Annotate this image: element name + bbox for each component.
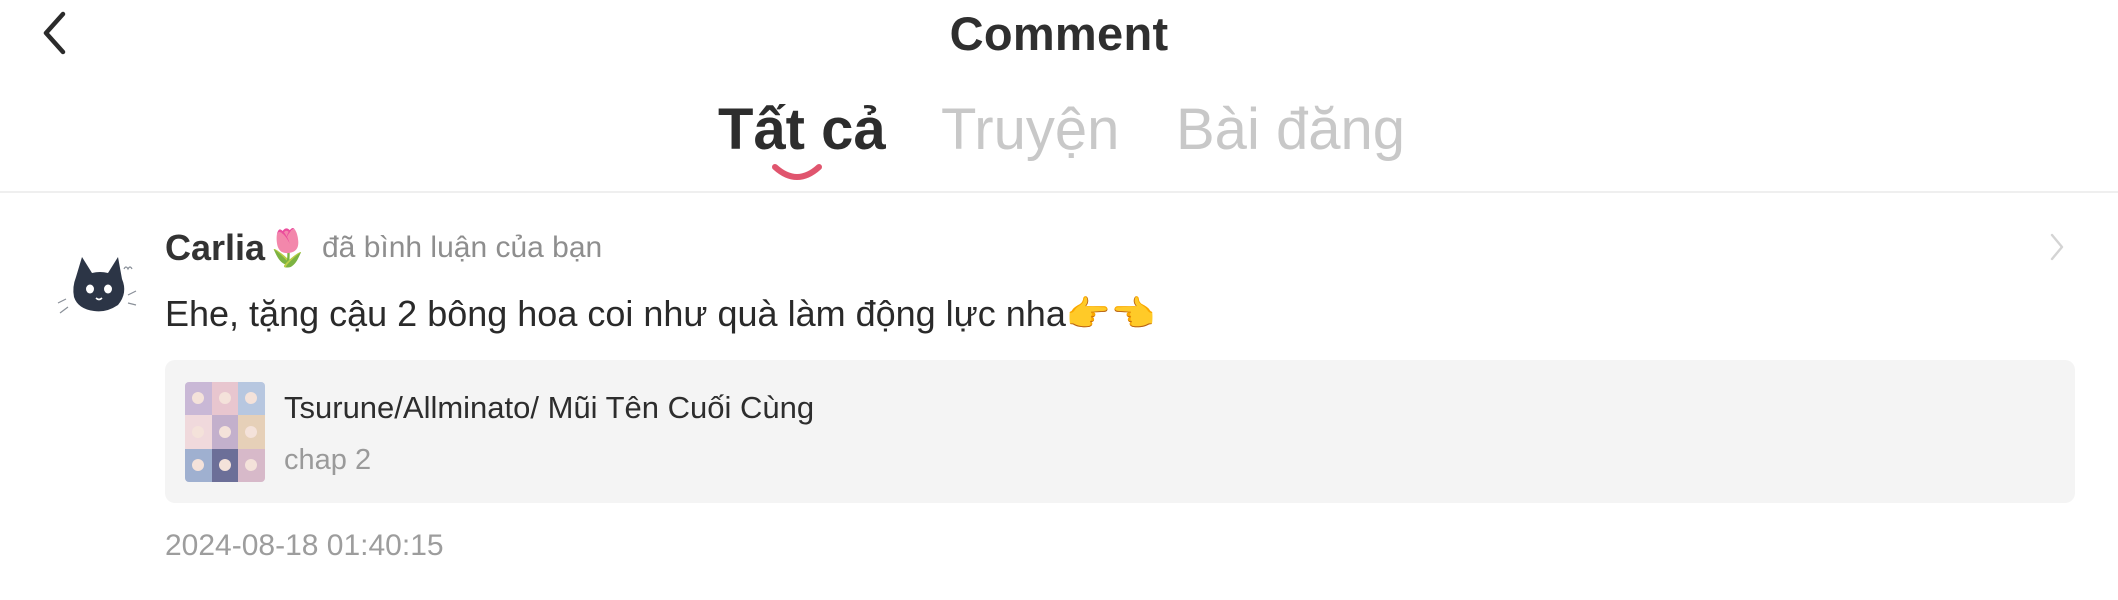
avatar[interactable] xyxy=(54,247,140,333)
action-text: đã bình luận của bạn xyxy=(322,231,603,264)
tab-posts[interactable]: Bài đăng xyxy=(1176,96,1405,163)
notification-item[interactable]: Carlia🌷 đã bình luận của bạn Ehe, tặng c… xyxy=(0,193,2118,600)
pointing-hands-emoji: 👉👈 xyxy=(1065,294,1156,335)
tab-stories[interactable]: Truyện xyxy=(941,96,1119,163)
tab-bar: Tất cả Truyện Bài đăng xyxy=(0,96,2118,191)
top-bar: Comment xyxy=(0,0,2118,70)
chevron-right-icon[interactable] xyxy=(2046,229,2068,265)
active-tab-indicator xyxy=(772,164,822,180)
story-thumbnail xyxy=(185,382,265,482)
story-title: Tsurune/Allminato/ Mũi Tên Cuối Cùng xyxy=(284,390,815,425)
comment-text: Ehe, tặng cậu 2 bông hoa coi như quà làm… xyxy=(165,293,1156,335)
tab-all[interactable]: Tất cả xyxy=(718,96,886,163)
timestamp: 2024-08-18 01:40:15 xyxy=(165,529,444,562)
story-card[interactable]: Tsurune/Allminato/ Mũi Tên Cuối Cùng cha… xyxy=(165,360,2075,503)
user-name[interactable]: Carlia🌷 xyxy=(165,227,310,269)
tulip-emoji: 🌷 xyxy=(265,228,310,269)
chapter-label: chap 2 xyxy=(284,444,372,476)
cat-avatar-icon xyxy=(57,257,137,314)
page-title: Comment xyxy=(949,7,1169,60)
